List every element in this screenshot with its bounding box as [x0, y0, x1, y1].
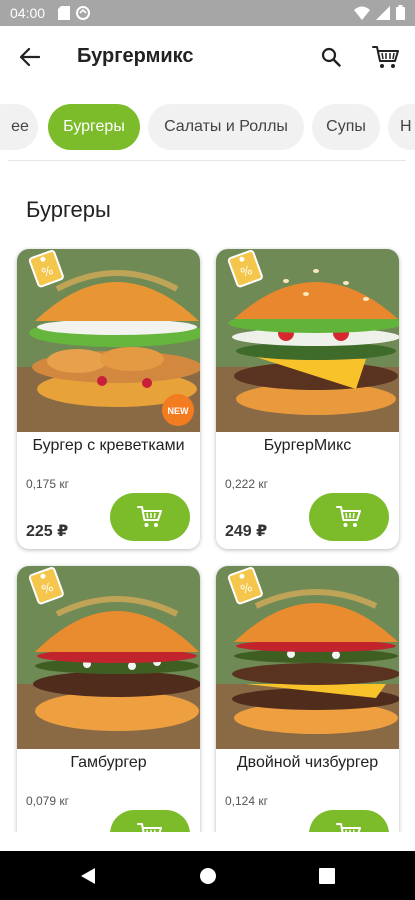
back-triangle-icon [81, 868, 95, 884]
cart-button[interactable] [368, 40, 404, 74]
home-circle-icon [200, 868, 216, 884]
status-right-icons [354, 5, 405, 25]
sync-icon [76, 6, 90, 25]
nav-recents-button[interactable] [314, 863, 340, 889]
tab-previous-category[interactable]: ее [0, 104, 38, 150]
shopping-cart-icon [372, 46, 399, 68]
product-photo-burgermix: % [216, 249, 399, 432]
sd-card-icon [58, 6, 70, 25]
status-left-icons [58, 6, 90, 25]
add-to-cart-button[interactable] [110, 810, 190, 832]
product-photo-double-cheeseburger: % [216, 566, 399, 749]
back-button[interactable] [14, 41, 46, 73]
add-to-cart-button[interactable] [309, 493, 389, 541]
status-time: 04:00 [10, 5, 46, 21]
search-icon [321, 47, 341, 67]
product-weight: 0,079 кг [26, 794, 69, 808]
new-badge-text: NEW [168, 406, 190, 416]
tab-label: Н [400, 118, 412, 135]
new-badge-icon: NEW [162, 394, 194, 426]
tab-burgers[interactable]: Бургеры [48, 104, 140, 150]
signal-icon [376, 5, 390, 25]
product-weight: 0,175 кг [26, 477, 69, 491]
product-photo-shrimp-burger: % NEW [17, 249, 200, 432]
tab-label: Салаты и Роллы [164, 118, 288, 135]
nav-back-button[interactable] [75, 863, 101, 889]
product-card[interactable]: % NEW Бургер с креветками 0,175 кг 225 ₽ [17, 249, 200, 549]
battery-icon [396, 5, 405, 25]
tab-label: Супы [326, 118, 366, 135]
product-weight: 0,222 кг [225, 477, 268, 491]
product-name: Двойной чизбургер [236, 754, 379, 771]
section-title: Бургеры [26, 197, 111, 222]
tab-next-category[interactable]: Н [388, 104, 415, 150]
arrow-left-icon [20, 48, 40, 66]
shopping-cart-icon [336, 823, 361, 832]
product-photo-hamburger: % [17, 566, 200, 749]
tabs-divider [8, 160, 406, 161]
wifi-icon [354, 6, 370, 25]
product-weight: 0,124 кг [225, 794, 268, 808]
system-nav-bar [0, 851, 415, 900]
nav-home-button[interactable] [195, 863, 221, 889]
product-price: 249 ₽ [225, 523, 268, 540]
product-name: БургерМикс [263, 437, 352, 454]
add-to-cart-button[interactable] [110, 493, 190, 541]
product-card[interactable]: % Двойной чизбургер 0,124 кг [216, 566, 399, 832]
product-name: Бургер с креветками [32, 437, 185, 454]
product-card[interactable]: % БургерМикс 0,222 кг 249 ₽ [216, 249, 399, 549]
app-bar: Бургермикс [0, 26, 415, 88]
shopping-cart-icon [137, 506, 162, 527]
status-bar: 04:00 [0, 0, 415, 26]
tab-label: ее [11, 118, 29, 135]
shopping-cart-icon [137, 823, 162, 832]
search-button[interactable] [315, 41, 347, 73]
shopping-cart-icon [336, 506, 361, 527]
tab-soups[interactable]: Супы [312, 104, 380, 150]
product-price: 225 ₽ [26, 523, 69, 540]
add-to-cart-button[interactable] [309, 810, 389, 832]
product-grid: % NEW Бургер с креветками 0,175 кг 225 ₽ [0, 247, 415, 832]
category-tabs: ее Бургеры Салаты и Роллы Супы Н [0, 100, 415, 158]
product-name: Гамбургер [70, 754, 147, 771]
tab-salads-rolls[interactable]: Салаты и Роллы [148, 104, 304, 150]
product-card[interactable]: % Гамбургер 0,079 кг [17, 566, 200, 832]
recents-square-icon [319, 868, 335, 884]
page-title: Бургермикс [77, 45, 194, 67]
tab-label: Бургеры [63, 118, 125, 135]
